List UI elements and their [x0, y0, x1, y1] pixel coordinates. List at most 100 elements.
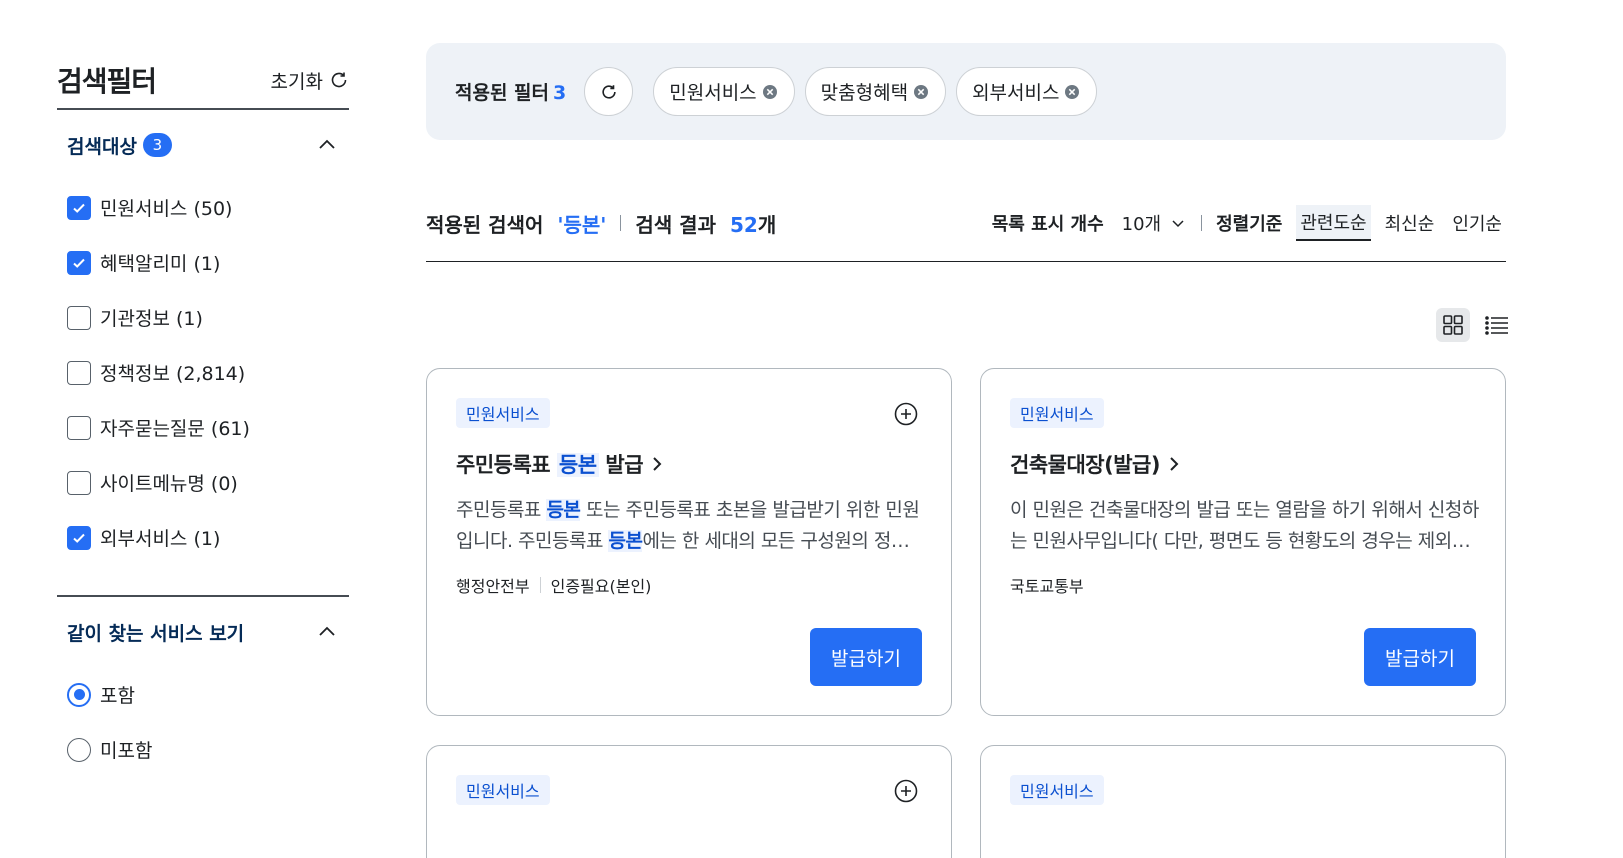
check-icon: [73, 258, 85, 268]
desc-text: 주민등록표: [456, 499, 547, 521]
checkbox-label: 자주묻는질문 (61): [100, 418, 250, 440]
category-tag: 민원서비스: [1010, 775, 1104, 805]
chevron-up-icon[interactable]: [315, 133, 339, 157]
applied-filter-count: 3: [553, 82, 567, 104]
auth-requirement: 인증필요(본인): [550, 577, 652, 596]
card-title: 건축물대장(발급): [1010, 453, 1160, 477]
checkbox-label: 기관정보 (1): [100, 308, 203, 330]
checkbox-sitemenu[interactable]: 사이트메뉴명 (0): [67, 455, 339, 510]
title-text: 발급: [598, 453, 644, 477]
chevron-up-icon[interactable]: [315, 620, 339, 644]
title-text: 주민등록표: [456, 453, 557, 477]
reset-button[interactable]: 초기화: [271, 67, 349, 94]
agency-name: 국토교통부: [1010, 577, 1084, 596]
checkbox-label: 민원서비스 (50): [100, 198, 233, 220]
related-services-header[interactable]: 같이 찾는 서비스 보기: [57, 597, 349, 667]
checkbox-label: 정책정보 (2,814): [100, 363, 246, 385]
refresh-icon: [602, 84, 616, 99]
close-circle-icon[interactable]: [912, 83, 930, 101]
sidebar-title: 검색필터: [57, 65, 157, 98]
issue-button[interactable]: 발급하기: [810, 628, 922, 686]
search-filter-sidebar: 검색필터 초기화 검색대상 3 민원서비스 (50) 혜택알리미 (1) 기관정…: [57, 60, 349, 777]
checkbox-unchecked[interactable]: [67, 360, 91, 385]
search-target-list: 민원서비스 (50) 혜택알리미 (1) 기관정보 (1) 정책정보 (2,81…: [57, 180, 349, 565]
result-bar: 적용된 검색어 '등본' 검색 결과 52개 목록 표시 개수 10개 정렬기준…: [426, 185, 1506, 262]
result-summary: 적용된 검색어 '등본' 검색 결과 52개: [426, 209, 776, 238]
radio-label: 포함: [100, 685, 135, 707]
list-controls: 목록 표시 개수 10개 정렬기준 관련도순 최신순 인기순: [992, 205, 1506, 241]
search-target-header[interactable]: 검색대상 3: [57, 110, 349, 180]
agency-name: 행정안전부: [456, 577, 530, 596]
filter-chip[interactable]: 맞춤형혜택: [804, 67, 947, 116]
result-count-number: 52: [730, 212, 758, 237]
card-meta: 국토교통부: [1010, 573, 1084, 597]
radio-selected[interactable]: [67, 682, 91, 707]
category-tag: 민원서비스: [1010, 398, 1104, 428]
issue-button[interactable]: 발급하기: [1364, 628, 1476, 686]
checkbox-policy[interactable]: 정책정보 (2,814): [67, 345, 339, 400]
chip-label: 맞춤형혜택: [820, 82, 909, 104]
chevron-right-icon: [653, 457, 662, 471]
card-meta: 행정안전부 인증필요(본인): [456, 573, 651, 597]
radio-unselected[interactable]: [67, 737, 91, 762]
checkbox-label: 혜택알리미 (1): [100, 253, 221, 275]
checkbox-unchecked[interactable]: [67, 415, 91, 440]
checkbox-checked[interactable]: [67, 195, 91, 220]
sort-relevance[interactable]: 관련도순: [1296, 205, 1371, 241]
search-target-count-badge: 3: [142, 133, 172, 157]
chevron-right-icon: [1170, 457, 1179, 471]
plus-circle-icon[interactable]: [894, 402, 918, 426]
sort-popular[interactable]: 인기순: [1448, 206, 1506, 240]
filter-reset-button[interactable]: [584, 67, 634, 116]
related-options: 포함 미포함: [57, 667, 349, 777]
filter-chip[interactable]: 민원서비스: [653, 67, 795, 116]
grid-view-button[interactable]: [1436, 308, 1470, 342]
applied-filter-label: 적용된 필터 3: [455, 78, 566, 105]
category-tag: 민원서비스: [456, 398, 550, 428]
checkbox-external[interactable]: 외부서비스 (1): [67, 510, 339, 565]
sidebar-header: 검색필터 초기화: [57, 60, 349, 110]
plus-circle-icon[interactable]: [894, 779, 918, 803]
close-circle-icon[interactable]: [761, 83, 779, 101]
title-highlight: 등본: [556, 453, 599, 477]
page-size-value: 10개: [1121, 214, 1162, 235]
checkbox-checked[interactable]: [67, 525, 91, 550]
result-card: 민원서비스 건축물대장(발급) 이 민원은 건축물대장의 발급 또는 열람을 하…: [980, 368, 1506, 716]
checkbox-unchecked[interactable]: [67, 305, 91, 330]
result-label: 검색 결과: [635, 212, 716, 237]
checkbox-benefit[interactable]: 혜택알리미 (1): [67, 235, 339, 290]
checkbox-faq[interactable]: 자주묻는질문 (61): [67, 400, 339, 455]
category-tag: 민원서비스: [456, 775, 550, 805]
page-size-label: 목록 표시 개수: [991, 214, 1104, 235]
desc-highlight: 등본: [546, 499, 581, 521]
checkbox-minwon[interactable]: 민원서비스 (50): [67, 180, 339, 235]
desc-highlight: 등본: [608, 530, 643, 552]
filter-chip[interactable]: 외부서비스: [956, 67, 1098, 116]
card-title-link[interactable]: 주민등록표 등본 발급: [456, 449, 667, 479]
query-keyword: '등본': [557, 212, 607, 237]
radio-exclude[interactable]: 미포함: [67, 722, 339, 777]
card-description: 주민등록표 등본 또는 주민등록표 초본을 발급받기 위한 민원입니다. 주민등…: [456, 495, 926, 557]
card-title: 주민등록표 등본 발급: [456, 449, 644, 479]
chevron-down-icon: [1172, 220, 1184, 228]
checkbox-agency[interactable]: 기관정보 (1): [67, 290, 339, 345]
radio-include[interactable]: 포함: [67, 667, 339, 722]
list-view-button[interactable]: [1480, 308, 1514, 342]
close-circle-icon[interactable]: [1063, 83, 1081, 101]
result-card: 민원서비스: [980, 745, 1506, 858]
card-title-link[interactable]: 건축물대장(발급): [1010, 449, 1184, 479]
separator: [620, 215, 622, 231]
separator: [1201, 215, 1203, 231]
chip-label: 민원서비스: [669, 82, 757, 104]
separator: [539, 577, 541, 593]
result-count: 52개: [730, 209, 776, 238]
page-size-select[interactable]: 10개: [1122, 210, 1187, 236]
result-card: 민원서비스: [426, 745, 952, 858]
grid-icon: [1443, 315, 1463, 335]
view-toggle: [1436, 308, 1514, 342]
checkbox-checked[interactable]: [67, 250, 91, 275]
list-icon: [1485, 316, 1508, 335]
checkbox-unchecked[interactable]: [67, 470, 91, 495]
sort-latest[interactable]: 최신순: [1381, 206, 1439, 240]
checkbox-label: 사이트메뉴명 (0): [100, 473, 238, 495]
